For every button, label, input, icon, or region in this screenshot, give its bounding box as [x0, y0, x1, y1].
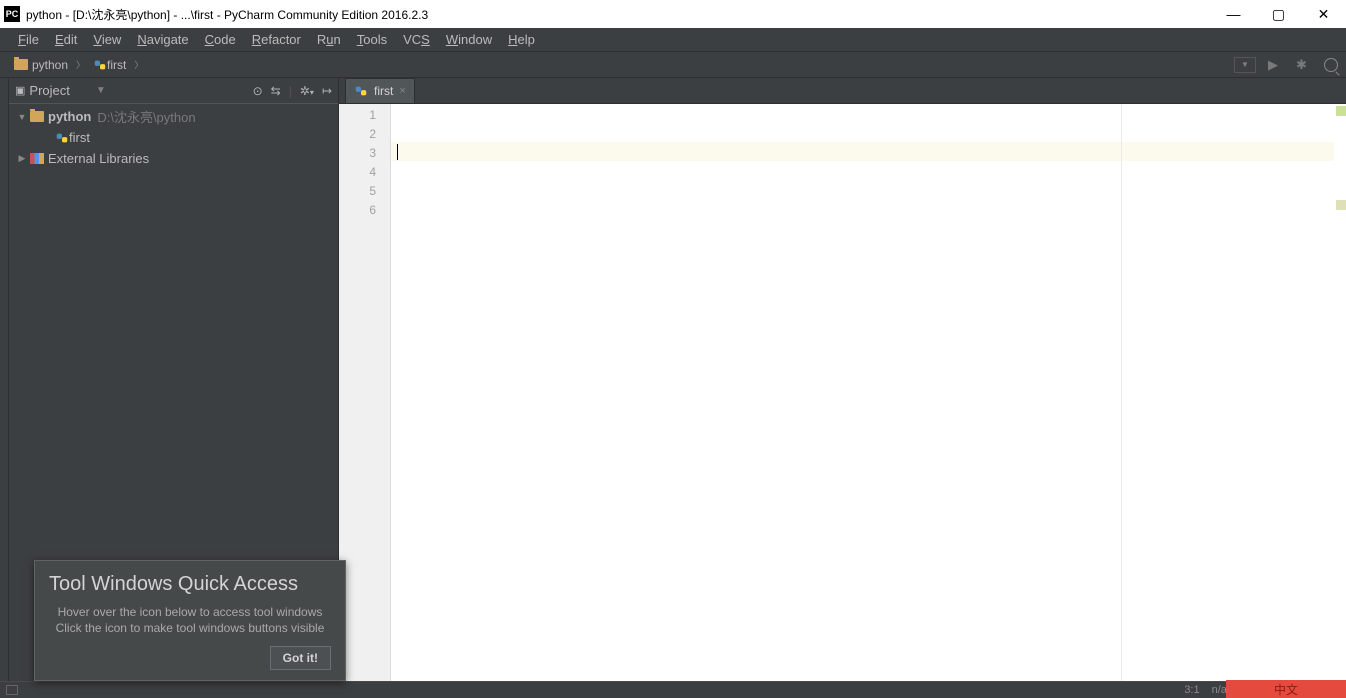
breadcrumb-file[interactable]: first: [87, 56, 132, 74]
line-number: 2: [339, 125, 376, 144]
hide-panel-icon[interactable]: ↦: [322, 84, 332, 98]
error-stripe[interactable]: [1334, 104, 1346, 681]
tree-expander-icon[interactable]: ▶: [17, 153, 27, 164]
line-number: 1: [339, 106, 376, 125]
python-file-icon: [93, 58, 107, 72]
project-view-dropdown[interactable]: ▼: [96, 85, 106, 96]
code-area[interactable]: [391, 104, 1334, 681]
ime-badge[interactable]: 中文: [1226, 680, 1346, 698]
editor-tabs: first ×: [339, 78, 1346, 104]
window-close-button[interactable]: ✕: [1301, 0, 1346, 28]
current-line: [391, 142, 1334, 161]
tree-root[interactable]: ▼ python D:\沈永亮\python: [9, 106, 338, 127]
tool-windows-toggle-icon[interactable]: [6, 685, 18, 695]
run-config-dropdown[interactable]: ▼: [1234, 57, 1256, 73]
status-caret-pos[interactable]: 3:1: [1184, 684, 1199, 697]
tip-popup: Tool Windows Quick Access Hover over the…: [34, 560, 346, 681]
menu-help[interactable]: Help: [500, 30, 543, 49]
tree-external-libraries[interactable]: ▶ External Libraries: [9, 148, 338, 169]
project-panel-title: Project: [29, 83, 69, 98]
code-editor[interactable]: 1 2 3 4 5 6: [339, 104, 1346, 681]
tree-root-label: python: [48, 109, 91, 124]
project-tool-window: ▣ Project ▼ ⊙ ⇆ | ✲▾ ↦ ▼ python D:\沈永亮\p…: [9, 78, 339, 681]
folder-icon: [14, 59, 28, 70]
menu-view[interactable]: View: [85, 30, 129, 49]
right-margin-line: [1121, 104, 1122, 681]
tree-file-label: first: [69, 130, 90, 145]
navigation-bar: python 〉 first 〉 ▼ ▶ ✱: [0, 52, 1346, 78]
close-tab-icon[interactable]: ×: [399, 85, 405, 97]
got-it-button[interactable]: Got it!: [270, 646, 331, 670]
project-panel-header: ▣ Project ▼ ⊙ ⇆ | ✲▾ ↦: [9, 78, 338, 104]
main-menu: File Edit View Navigate Code Refactor Ru…: [0, 28, 1346, 52]
line-number: 3: [339, 144, 376, 163]
window-title: python - [D:\沈永亮\python] - ...\first - P…: [26, 6, 1211, 23]
tip-line1: Hover over the icon below to access tool…: [49, 604, 331, 620]
tree-root-path: D:\沈永亮\python: [97, 107, 195, 126]
breadcrumb-file-label: first: [107, 58, 126, 72]
editor-tab-label: first: [374, 84, 393, 98]
python-file-icon: [354, 84, 368, 98]
window-titlebar: PC python - [D:\沈永亮\python] - ...\first …: [0, 0, 1346, 28]
search-everywhere-icon[interactable]: [1324, 58, 1338, 72]
breadcrumb-root-label: python: [32, 58, 68, 72]
menu-edit[interactable]: Edit: [47, 30, 85, 49]
menu-refactor[interactable]: Refactor: [244, 30, 309, 49]
status-line-sep[interactable]: n/a: [1212, 684, 1227, 697]
editor-tab-first[interactable]: first ×: [345, 78, 415, 103]
settings-icon[interactable]: ✲▾: [300, 84, 314, 98]
folder-icon: [30, 111, 44, 122]
tip-title: Tool Windows Quick Access: [49, 573, 331, 596]
window-minimize-button[interactable]: —: [1211, 0, 1256, 28]
text-caret: [397, 144, 398, 160]
marker[interactable]: [1336, 200, 1346, 210]
editor-area: first × 1 2 3 4 5 6: [339, 78, 1346, 681]
app-icon: PC: [4, 6, 20, 22]
tool-window-left-strip[interactable]: [0, 78, 9, 681]
project-panel-icon: ▣: [15, 84, 25, 97]
menu-run[interactable]: Run: [309, 30, 349, 49]
scroll-to-source-icon[interactable]: ⇆: [271, 84, 281, 98]
tree-expander-icon[interactable]: ▼: [17, 112, 27, 122]
debug-button[interactable]: ✱: [1296, 57, 1312, 73]
line-number: 4: [339, 163, 376, 182]
breadcrumb-root[interactable]: python: [8, 56, 74, 74]
status-bar: 3:1 n/a UTF-8 ⋮ 🔒 ⊡: [0, 681, 1346, 698]
chevron-right-icon: 〉: [76, 58, 85, 71]
line-number: 5: [339, 182, 376, 201]
tree-file-first[interactable]: first: [9, 127, 338, 148]
tip-line2: Click the icon to make tool windows butt…: [49, 620, 331, 636]
python-file-icon: [55, 131, 69, 145]
tree-external-label: External Libraries: [48, 151, 149, 166]
chevron-right-icon: 〉: [134, 58, 143, 71]
libraries-icon: [30, 153, 44, 164]
inspection-indicator[interactable]: [1336, 106, 1346, 116]
editor-gutter: 1 2 3 4 5 6: [339, 104, 391, 681]
run-button[interactable]: ▶: [1268, 57, 1284, 73]
menu-vcs[interactable]: VCS: [395, 30, 438, 49]
project-tree: ▼ python D:\沈永亮\python first ▶ External …: [9, 104, 338, 681]
menu-window[interactable]: Window: [438, 30, 500, 49]
menu-navigate[interactable]: Navigate: [129, 30, 196, 49]
window-maximize-button[interactable]: ▢: [1256, 0, 1301, 28]
menu-tools[interactable]: Tools: [349, 30, 395, 49]
menu-code[interactable]: Code: [197, 30, 244, 49]
menu-file[interactable]: File: [10, 30, 47, 49]
collapse-all-icon[interactable]: ⊙: [253, 84, 263, 98]
line-number: 6: [339, 201, 376, 220]
